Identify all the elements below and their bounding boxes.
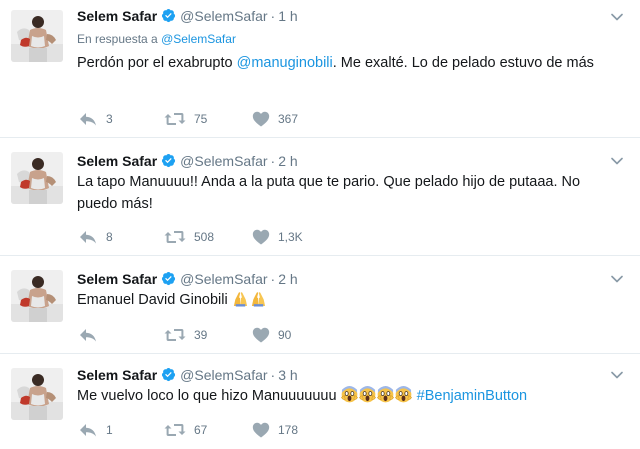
- tweet-text: La tapo Manuuuu!! Anda a la puta que te …: [77, 174, 581, 212]
- like-count: 178: [278, 422, 299, 437]
- verified-badge-icon: [161, 8, 176, 23]
- reply-count: 3: [106, 111, 113, 126]
- tweet[interactable]: Selem Safar @SelemSafar · 2 h La tapo Manuu…: [0, 138, 640, 256]
- retweet-button[interactable]: 67: [164, 420, 207, 438]
- like-count: 90: [278, 327, 292, 342]
- username-handle[interactable]: @SelemSafar: [180, 153, 267, 169]
- heart-icon: [252, 327, 270, 343]
- display-name[interactable]: Selem Safar: [77, 8, 157, 24]
- tweet[interactable]: Selem Safar @SelemSafar · 1 h En respuesta …: [0, 0, 640, 138]
- like-button[interactable]: 178: [252, 420, 298, 438]
- reply-to-link[interactable]: @SelemSafar: [161, 32, 236, 46]
- verified-badge-icon: [161, 271, 176, 286]
- like-count: 1,3K: [278, 229, 303, 244]
- folded-hands-emoji-icon: [232, 290, 249, 307]
- retweet-icon: [164, 111, 186, 127]
- tweet-text: Emanuel David Ginobili: [77, 289, 622, 311]
- reply-icon: [78, 229, 98, 245]
- tweet-text-content: Emanuel David Ginobili: [77, 292, 228, 308]
- retweet-count: 508: [194, 229, 215, 244]
- separator: ·: [270, 153, 276, 169]
- tweet-header: Selem Safar @SelemSafar · 2 h: [77, 151, 600, 171]
- separator: ·: [270, 367, 276, 383]
- verified-badge-icon: [161, 153, 176, 168]
- reply-prefix: En respuesta a: [77, 32, 158, 46]
- tweet-text-part: Perdón por el exabrupto: [77, 55, 237, 71]
- heart-icon: [252, 111, 270, 127]
- avatar[interactable]: [11, 270, 63, 322]
- retweet-count: 67: [194, 422, 208, 437]
- hashtag-link[interactable]: #BenjaminButton: [417, 388, 527, 404]
- username-handle[interactable]: @SelemSafar: [180, 8, 267, 24]
- screaming-face-emoji-icon: [341, 386, 358, 403]
- reply-button[interactable]: 8: [78, 227, 113, 245]
- retweet-count: 39: [194, 327, 208, 342]
- reply-icon: [78, 327, 98, 343]
- retweet-button[interactable]: 39: [164, 325, 207, 343]
- heart-icon: [252, 422, 270, 438]
- more-options-caret-icon[interactable]: [611, 7, 623, 27]
- more-options-caret-icon[interactable]: [611, 269, 623, 289]
- more-options-caret-icon[interactable]: [611, 365, 623, 385]
- separator: ·: [270, 8, 276, 24]
- reply-button[interactable]: 1: [78, 420, 113, 438]
- tweet[interactable]: Selem Safar @SelemSafar · 3 h Me vuelvo loc…: [0, 354, 640, 449]
- tweet-header: Selem Safar @SelemSafar · 3 h: [77, 365, 600, 385]
- display-name[interactable]: Selem Safar: [77, 271, 157, 287]
- screaming-face-emoji-icon: [359, 386, 376, 403]
- mention-link[interactable]: @manuginobili: [237, 55, 333, 71]
- reply-context: En respuesta a @SelemSafar: [77, 31, 236, 47]
- tweet-timeline: Selem Safar @SelemSafar · 1 h En respuesta …: [0, 0, 640, 449]
- like-button[interactable]: 90: [252, 325, 291, 343]
- display-name[interactable]: Selem Safar: [77, 367, 157, 383]
- tweet-text: Perdón por el exabrupto @manuginobili. M…: [77, 52, 622, 74]
- like-button[interactable]: 367: [252, 109, 298, 127]
- timestamp[interactable]: 1 h: [278, 8, 297, 24]
- tweet-text-part: . Me exalté. Lo de pelado estuvo de más: [332, 55, 594, 71]
- retweet-icon: [164, 229, 186, 245]
- heart-icon: [252, 229, 270, 245]
- tweet-header: Selem Safar @SelemSafar · 2 h: [77, 269, 600, 289]
- timestamp[interactable]: 2 h: [278, 271, 297, 287]
- retweet-icon: [164, 327, 186, 343]
- tweet-header: Selem Safar @SelemSafar · 1 h: [77, 6, 600, 26]
- like-button[interactable]: 1,3K: [252, 227, 303, 245]
- reply-count: 1: [106, 422, 113, 437]
- username-handle[interactable]: @SelemSafar: [180, 367, 267, 383]
- avatar[interactable]: [11, 368, 63, 420]
- reply-button[interactable]: [78, 325, 106, 343]
- tweet-text-content: Me vuelvo loco lo que hizo Manuuuuuuu: [77, 388, 337, 404]
- like-count: 367: [278, 111, 299, 126]
- more-options-caret-icon[interactable]: [611, 151, 623, 171]
- reply-icon: [78, 422, 98, 438]
- reply-count: 8: [106, 229, 113, 244]
- retweet-count: 75: [194, 111, 208, 126]
- reply-icon: [78, 111, 98, 127]
- screaming-face-emoji-icon: [395, 386, 412, 403]
- separator: ·: [270, 271, 276, 287]
- avatar[interactable]: [11, 10, 63, 62]
- retweet-button[interactable]: 508: [164, 227, 214, 245]
- tweet[interactable]: Selem Safar @SelemSafar · 2 h Emanuel David…: [0, 256, 640, 354]
- screaming-face-emoji-icon: [377, 386, 394, 403]
- retweet-button[interactable]: 75: [164, 109, 207, 127]
- folded-hands-emoji-icon: [250, 290, 267, 307]
- avatar[interactable]: [11, 152, 63, 204]
- tweet-text: Me vuelvo loco lo que hizo Manuuuuuuu #B…: [77, 385, 622, 407]
- timestamp[interactable]: 2 h: [278, 153, 297, 169]
- timestamp[interactable]: 3 h: [278, 367, 297, 383]
- verified-badge-icon: [161, 367, 176, 382]
- reply-button[interactable]: 3: [78, 109, 113, 127]
- display-name[interactable]: Selem Safar: [77, 153, 157, 169]
- retweet-icon: [164, 422, 186, 438]
- username-handle[interactable]: @SelemSafar: [180, 271, 267, 287]
